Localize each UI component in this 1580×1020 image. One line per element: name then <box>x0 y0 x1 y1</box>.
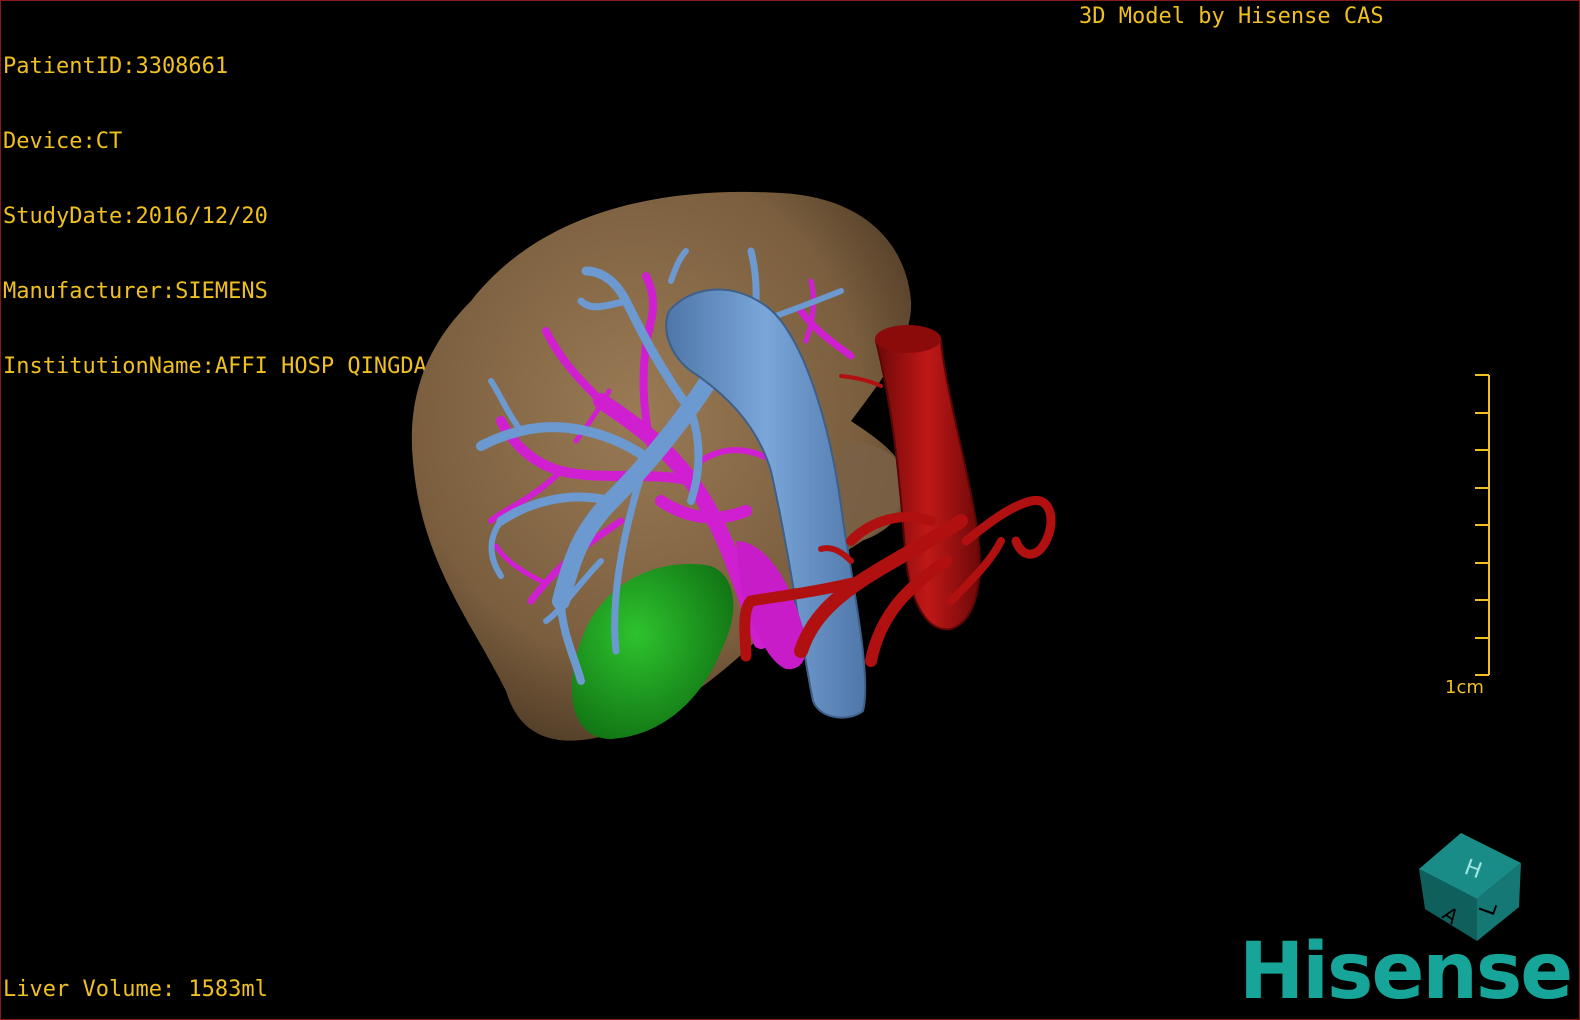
scale-bar <box>1475 374 1490 676</box>
liver-3d-model[interactable] <box>1 1 1579 1019</box>
scale-bar-label: 1cm <box>1445 677 1484 698</box>
liver-volume-label: Liver Volume: 1583ml <box>3 977 268 1002</box>
aorta-top <box>875 325 941 353</box>
3d-viewport[interactable]: PatientID:3308661 Device:CT StudyDate:20… <box>0 0 1580 1020</box>
hisense-logo: Hisense <box>1239 927 1573 1017</box>
